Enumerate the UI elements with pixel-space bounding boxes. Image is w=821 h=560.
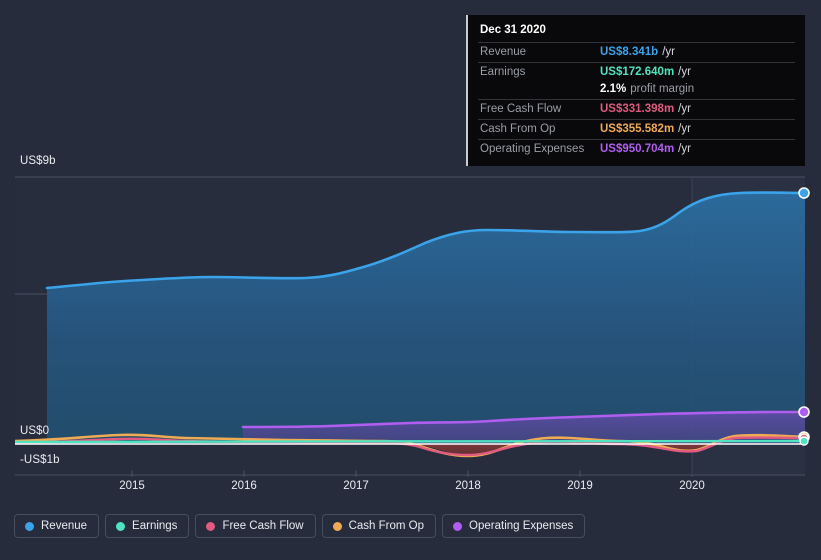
- operating-expenses-end-marker: [798, 406, 810, 418]
- legend-label-free-cash-flow: Free Cash Flow: [222, 520, 304, 532]
- financial-chart-widget: US$9b US$0 -US$1b 2015 2016 2017 2018 20…: [0, 0, 821, 560]
- legend-label-operating-expenses: Operating Expenses: [469, 520, 574, 532]
- x-axis-label-2015: 2015: [119, 480, 145, 492]
- tooltip-value-profit-margin: 2.1%: [600, 83, 627, 95]
- tooltip-unit-operating-expenses: /yr: [678, 143, 691, 155]
- legend-dot-free-cash-flow: [206, 521, 216, 531]
- tooltip-unit-earnings: /yr: [678, 66, 691, 78]
- legend-item-revenue[interactable]: Revenue: [14, 514, 100, 538]
- earnings-end-marker: [799, 436, 809, 446]
- tooltip-row-profit-margin: 2.1% profit margin: [478, 82, 795, 99]
- legend-dot-revenue: [25, 521, 34, 531]
- legend-label-revenue: Revenue: [41, 520, 88, 532]
- x-axis-label-2016: 2016: [231, 480, 257, 492]
- legend-dot-earnings: [116, 521, 126, 531]
- tooltip-key-revenue: Revenue: [480, 46, 527, 58]
- legend-label-earnings: Earnings: [132, 520, 178, 532]
- tooltip-value-operating-expenses: US$950.704m: [600, 143, 675, 155]
- x-axis-label-2018: 2018: [455, 480, 481, 492]
- tooltip-key-cash-from-op: Cash From Op: [480, 123, 556, 135]
- legend-label-cash-from-op: Cash From Op: [348, 520, 425, 532]
- tooltip-unit-free-cash-flow: /yr: [678, 103, 691, 115]
- chart-tooltip: Dec 31 2020 Revenue US$8.341b /yr Earnin…: [466, 15, 805, 166]
- tooltip-unit-cash-from-op: /yr: [678, 123, 691, 135]
- legend-item-operating-expenses[interactable]: Operating Expenses: [442, 514, 586, 538]
- tooltip-key-free-cash-flow: Free Cash Flow: [480, 103, 562, 115]
- legend-dot-cash-from-op: [332, 521, 342, 531]
- legend-dot-operating-expenses: [453, 521, 463, 531]
- tooltip-value-cash-from-op: US$355.582m: [600, 123, 675, 135]
- tooltip-key-earnings: Earnings: [480, 66, 526, 78]
- tooltip-date: Dec 31 2020: [480, 24, 546, 36]
- tooltip-sub-profit-margin: profit margin: [630, 83, 695, 95]
- legend-item-cash-from-op[interactable]: Cash From Op: [321, 514, 437, 538]
- x-axis-label-2019: 2019: [567, 480, 593, 492]
- x-axis-label-2020: 2020: [679, 480, 705, 492]
- tooltip-unit-revenue: /yr: [662, 46, 675, 58]
- tooltip-value-earnings: US$172.640m: [600, 66, 675, 78]
- tooltip-row-free-cash-flow: Free Cash Flow US$331.398m /yr: [478, 99, 795, 119]
- chart-legend: Revenue Earnings Free Cash Flow Cash Fro…: [14, 514, 586, 538]
- x-axis-label-2017: 2017: [343, 480, 369, 492]
- tooltip-row-cash-from-op: Cash From Op US$355.582m /yr: [478, 119, 795, 139]
- tooltip-value-revenue: US$8.341b: [600, 46, 659, 58]
- legend-item-earnings[interactable]: Earnings: [105, 514, 190, 538]
- tooltip-row-earnings: Earnings US$172.640m /yr: [478, 62, 795, 82]
- revenue-end-marker: [798, 187, 810, 199]
- legend-item-free-cash-flow[interactable]: Free Cash Flow: [195, 514, 316, 538]
- tooltip-key-operating-expenses: Operating Expenses: [480, 143, 585, 155]
- earnings-line: [15, 439, 805, 444]
- tooltip-value-free-cash-flow: US$331.398m: [600, 103, 675, 115]
- tooltip-row-revenue: Revenue US$8.341b /yr: [478, 42, 795, 62]
- tooltip-row-operating-expenses: Operating Expenses US$950.704m /yr: [478, 139, 795, 159]
